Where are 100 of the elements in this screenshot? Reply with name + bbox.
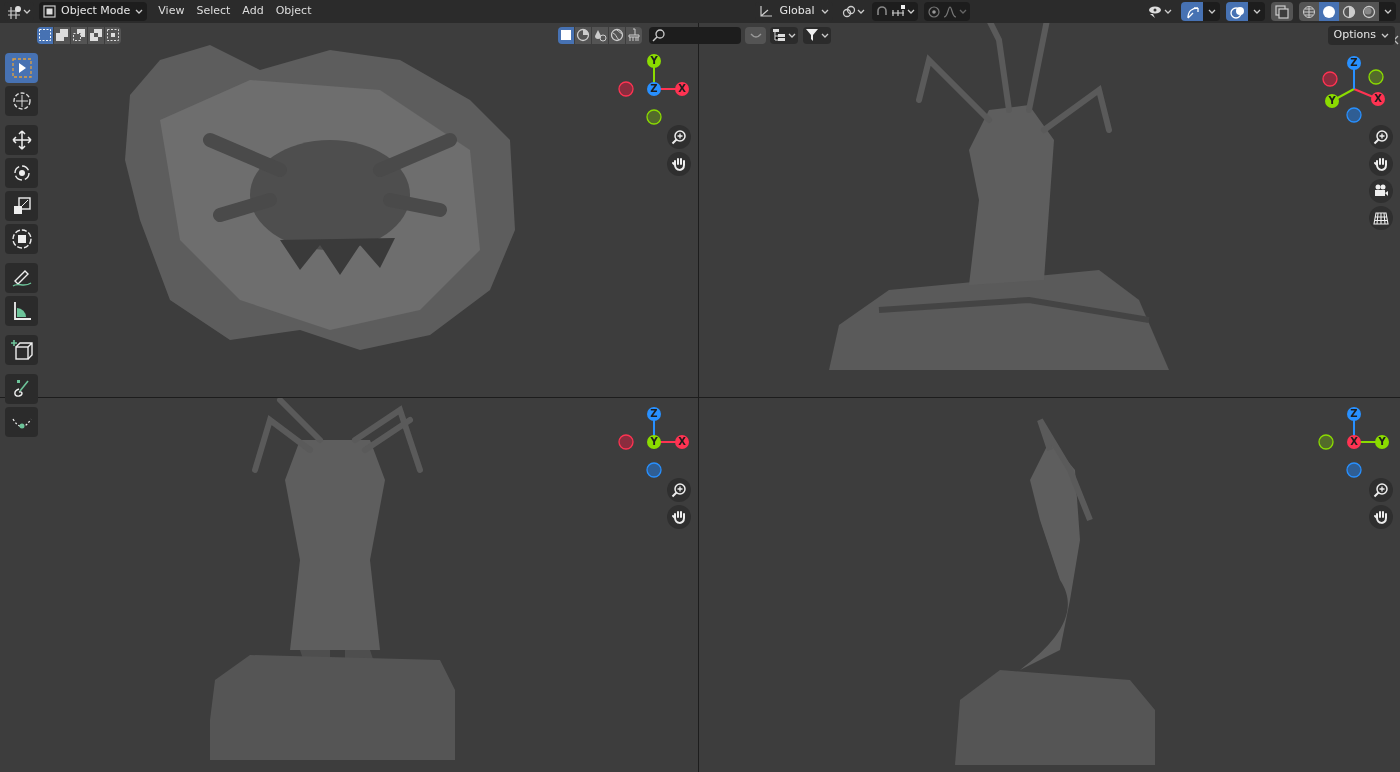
caret-icon: [906, 9, 915, 14]
pan-button[interactable]: [667, 152, 691, 176]
zoom-button[interactable]: [667, 125, 691, 149]
zoom-button[interactable]: [667, 478, 691, 502]
zoom-icon: [671, 129, 687, 145]
hierarchy-icon: [772, 28, 786, 42]
axis-label: Y: [1377, 435, 1387, 449]
tool-button[interactable]: [5, 335, 38, 365]
magnet-icon: [874, 5, 889, 18]
tool-button[interactable]: [5, 224, 38, 254]
arrow-arc-icon: [1185, 4, 1199, 19]
axis-grid-icon: [7, 4, 21, 19]
dashed-square-icon: [106, 28, 120, 42]
axes-icon: [759, 5, 774, 18]
proportional-circle-icon: [926, 4, 941, 19]
shading-mode-button[interactable]: [1299, 2, 1319, 21]
overlapping-squares-icon: [1275, 4, 1289, 19]
caret-icon: [856, 9, 865, 14]
pie-icon: [576, 28, 590, 42]
axis-label: X: [1349, 435, 1359, 449]
menu-item[interactable]: Select: [195, 3, 232, 20]
droplet-icon: [593, 28, 607, 42]
overlay-toggle[interactable]: [1226, 2, 1248, 21]
search-icon: [652, 28, 665, 42]
caret-icon: [23, 9, 31, 14]
tool-button[interactable]: [5, 53, 38, 83]
axis-label: Y: [1327, 94, 1337, 108]
menu-item[interactable]: Object: [274, 3, 313, 20]
hand-icon: [1373, 156, 1389, 172]
half-sphere-icon: [1342, 4, 1356, 19]
pan-button[interactable]: [1369, 152, 1393, 176]
hand-icon: [671, 509, 687, 525]
mode-dropdown[interactable]: Object Mode: [39, 2, 148, 21]
axis-label: X: [677, 82, 687, 96]
movie-camera-icon: [1373, 183, 1389, 199]
shading-dropdown[interactable]: [1379, 2, 1396, 21]
tool-button[interactable]: [5, 125, 38, 155]
caret-icon: [135, 9, 144, 14]
hand-icon: [1373, 509, 1389, 525]
tool-button[interactable]: [5, 407, 38, 437]
options-dropdown[interactable]: [1248, 2, 1265, 21]
caret-icon: [1383, 9, 1392, 14]
gizmo-toggle[interactable]: [1181, 2, 1203, 21]
hand-icon: [671, 156, 687, 172]
proportional-edit-dropdown[interactable]: [923, 2, 970, 21]
tool-button[interactable]: [5, 191, 38, 221]
pan-button[interactable]: [1369, 505, 1393, 529]
axis-label: Z: [1349, 407, 1359, 421]
menu-item[interactable]: Add: [241, 3, 265, 20]
dashed-square-icon: [38, 28, 52, 42]
axis-label: Y: [649, 54, 659, 68]
square-icon: [559, 28, 573, 42]
tool-button[interactable]: [5, 86, 38, 116]
shading-mode-button[interactable]: [1319, 2, 1339, 21]
zoom-button[interactable]: [1369, 478, 1393, 502]
tool-button[interactable]: [5, 296, 38, 326]
grid-plane-icon: [1373, 210, 1389, 226]
shading-mode-button[interactable]: [1339, 2, 1359, 21]
axis-label: X: [1373, 92, 1383, 106]
curve-icon: [748, 31, 763, 39]
funnel-icon: [805, 28, 819, 42]
axis-label: Z: [649, 82, 659, 96]
zoom-icon: [1373, 129, 1389, 145]
shaded-sphere-icon: [1362, 4, 1376, 19]
eye-pointer-icon: [1147, 4, 1162, 19]
options-dropdown[interactable]: [1203, 2, 1220, 21]
pan-button[interactable]: [667, 505, 691, 529]
zoom-icon: [1373, 482, 1389, 498]
tool-button[interactable]: [5, 263, 38, 293]
caret-icon: [821, 32, 829, 38]
zoom-button[interactable]: [1369, 125, 1393, 149]
shading-mode-button[interactable]: [1359, 2, 1379, 21]
move-arrows-icon: [9, 128, 34, 152]
grid-button[interactable]: [1369, 206, 1393, 230]
brush-icon: [627, 28, 641, 42]
overlapping-squares-icon: [89, 28, 103, 42]
overlapping-circles-icon: [1230, 4, 1244, 19]
caret-icon: [788, 32, 796, 38]
axis-label: Z: [1349, 56, 1359, 70]
caret-icon: [1207, 9, 1216, 14]
caret-icon: [1252, 9, 1261, 14]
axis-label: X: [677, 435, 687, 449]
zoom-icon: [671, 482, 687, 498]
transform-icon: [9, 227, 34, 251]
wire-sphere-icon: [1302, 4, 1316, 19]
menu-item[interactable]: View: [157, 3, 186, 20]
caret-icon: [1164, 9, 1172, 14]
solid-sphere-icon: [1322, 4, 1336, 19]
tool-button[interactable]: [5, 158, 38, 188]
object-mode-icon: [43, 5, 56, 18]
link-circles-icon: [841, 5, 856, 18]
xray-toggle[interactable]: [1271, 2, 1293, 21]
falloff-curve-icon: [942, 4, 957, 19]
add-cube-icon: [9, 338, 34, 362]
globe-icon: [610, 28, 624, 42]
caret-icon: [1381, 32, 1389, 38]
camera-button[interactable]: [1369, 179, 1393, 203]
tool-button[interactable]: [5, 374, 38, 404]
overlapping-squares-icon: [55, 28, 69, 42]
snap-dropdown[interactable]: [871, 2, 918, 21]
